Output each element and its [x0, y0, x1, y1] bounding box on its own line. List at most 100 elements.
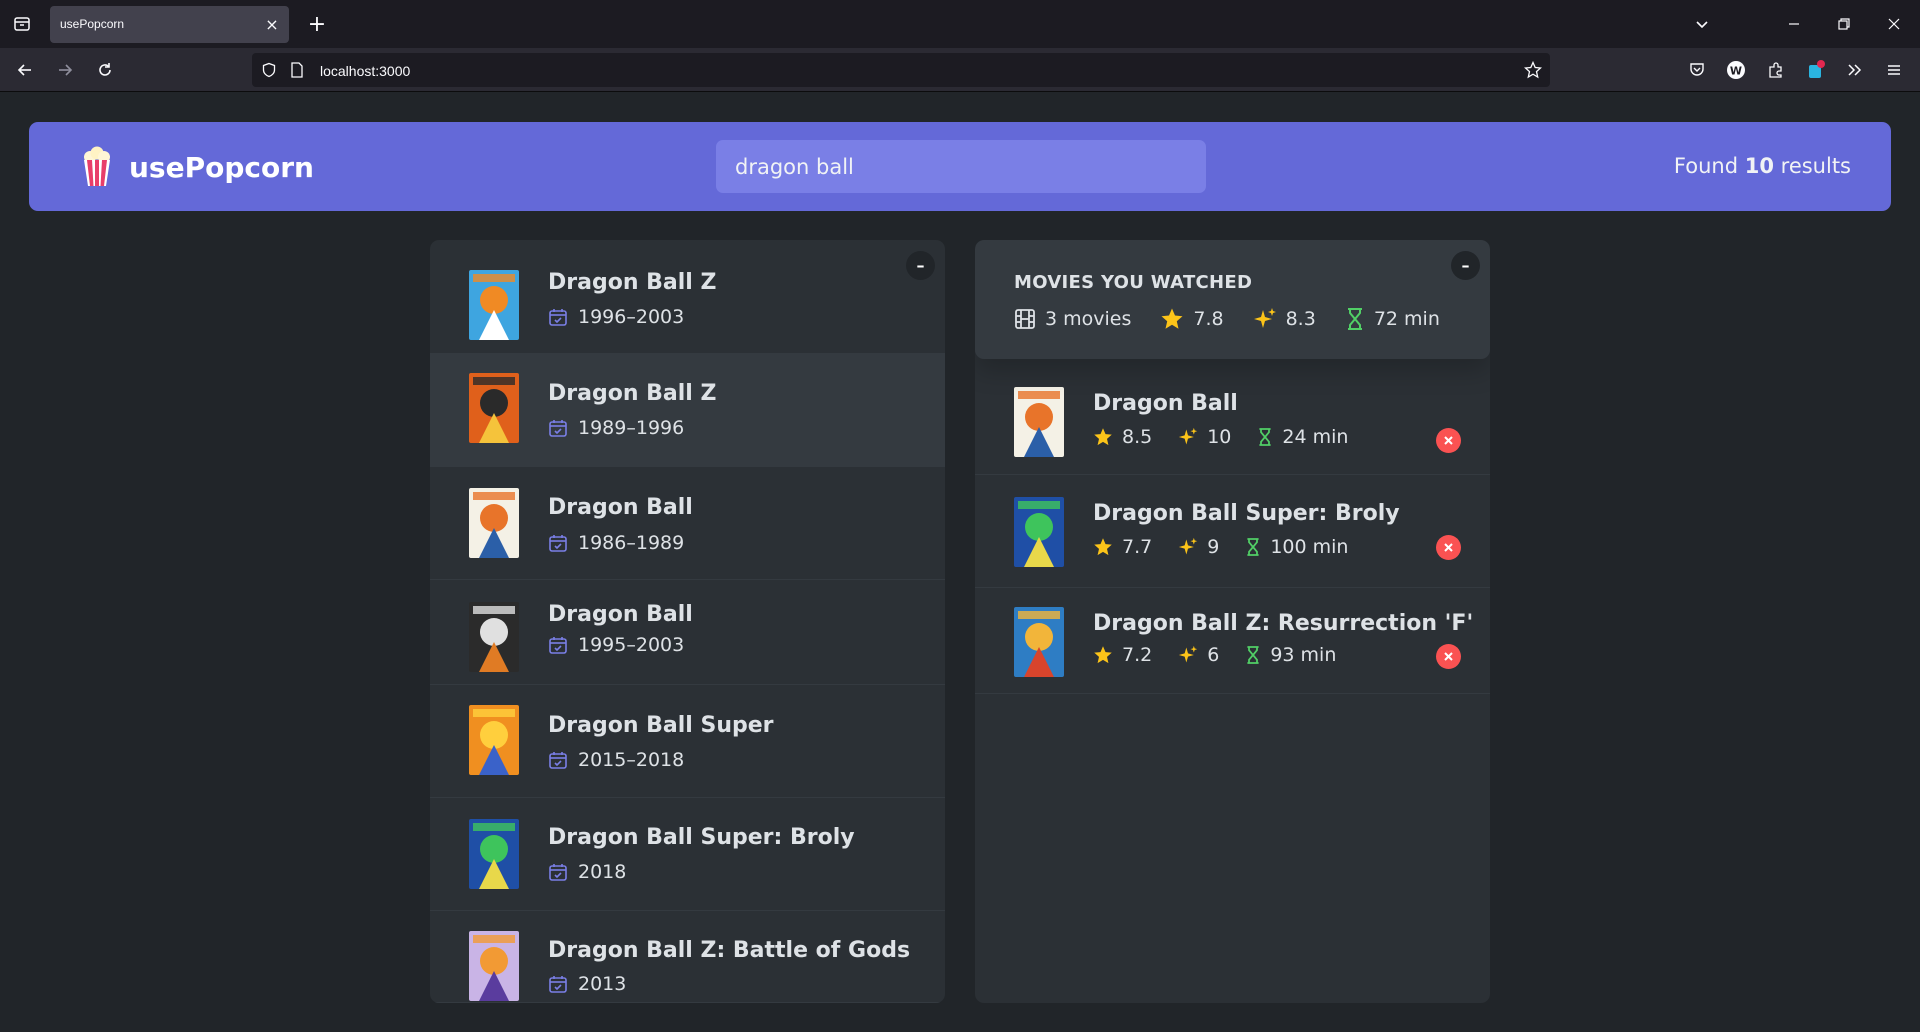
runtime-value: 100 min	[1270, 536, 1349, 558]
movie-item[interactable]: Dragon Ball Super 2015–2018	[430, 685, 945, 798]
movie-year-value: 1989–1996	[578, 417, 685, 439]
movie-year: 2015–2018	[548, 749, 684, 771]
calendar-icon	[548, 418, 568, 438]
summary-user-value: 8.3	[1285, 308, 1316, 330]
movie-year-value: 1995–2003	[578, 634, 685, 656]
browser-nav-bar: localhost:3000 W	[0, 48, 1920, 92]
watched-movie-item[interactable]: Dragon Ball 8.5 10 24 min	[975, 359, 1490, 475]
search-input[interactable]	[716, 140, 1206, 193]
movie-year-value: 1986–1989	[578, 532, 685, 554]
extension-badge-icon[interactable]	[1802, 56, 1830, 84]
watched-movie-poster	[1014, 387, 1064, 457]
new-tab-button[interactable]: +	[305, 12, 329, 37]
summary-runtime: 72 min	[1345, 307, 1440, 331]
calendar-icon	[548, 974, 568, 994]
star-icon	[1161, 308, 1183, 329]
address-bar[interactable]: localhost:3000	[252, 53, 1550, 87]
back-icon[interactable]	[11, 56, 39, 84]
movie-item[interactable]: Dragon Ball Z 1989–1996	[430, 354, 945, 467]
watched-movie-title: Dragon Ball Super: Broly	[1093, 501, 1400, 526]
movie-title: Dragon Ball Z	[548, 381, 717, 406]
watched-movie-item[interactable]: Dragon Ball Super: Broly 7.7 9 100 min	[975, 475, 1490, 588]
watched-summary: MOVIES YOU WATCHED 3 movies 7.8 8.3 72 m…	[975, 240, 1490, 359]
movie-year: 2018	[548, 861, 626, 883]
film-icon	[1015, 309, 1035, 329]
browser-tab[interactable]: usePopcorn ×	[50, 6, 289, 43]
collapse-watched-button[interactable]: –	[1451, 251, 1480, 280]
movie-year: 2013	[548, 973, 626, 995]
chevron-down-icon[interactable]	[1688, 10, 1716, 38]
imdb-rating-value: 7.2	[1122, 644, 1153, 666]
forward-icon[interactable]	[51, 56, 79, 84]
popcorn-icon	[84, 146, 110, 186]
imdb-rating: 7.2	[1093, 644, 1152, 666]
collapse-results-button[interactable]: –	[906, 251, 935, 280]
movie-title: Dragon Ball Z	[548, 270, 717, 295]
imdb-rating-value: 7.7	[1122, 536, 1153, 558]
movie-poster	[469, 705, 519, 775]
app-nav-bar: usePopcorn Found 10 results	[29, 122, 1891, 211]
watched-movie-title: Dragon Ball	[1093, 391, 1238, 416]
pocket-icon[interactable]	[1683, 56, 1711, 84]
watched-movie-stats: 7.7 9 100 min	[1093, 536, 1348, 558]
search-results-box: – Dragon Ball Z 1996–2003 Dragon Ball Z 198…	[430, 240, 945, 1003]
results-suffix: results	[1780, 154, 1851, 178]
movie-item[interactable]: Dragon Ball Z 1996–2003	[430, 240, 945, 354]
app-title: usePopcorn	[129, 150, 314, 184]
more-tools-icon[interactable]	[1841, 56, 1869, 84]
movie-poster	[469, 488, 519, 558]
shield-icon[interactable]	[260, 61, 278, 79]
user-rating: 6	[1178, 644, 1219, 666]
runtime-value: 93 min	[1270, 644, 1337, 666]
movie-year: 1996–2003	[548, 306, 684, 328]
close-tab-icon[interactable]: ×	[261, 13, 283, 35]
summary-imdb: 7.8	[1160, 307, 1224, 331]
page-icon	[288, 61, 306, 79]
movie-title: Dragon Ball Super: Broly	[548, 825, 855, 850]
imdb-rating-value: 8.5	[1122, 426, 1153, 448]
movie-year: 1995–2003	[548, 634, 684, 656]
movie-year-value: 1996–2003	[578, 306, 685, 328]
movie-item[interactable]: Dragon Ball 1986–1989	[430, 467, 945, 580]
browser-tab-bar: usePopcorn × +	[0, 0, 1920, 48]
sparkles-icon	[1178, 427, 1198, 447]
movie-item[interactable]: Dragon Ball Super: Broly 2018	[430, 798, 945, 911]
sparkles-icon	[1253, 308, 1276, 328]
calendar-icon	[548, 862, 568, 882]
watched-list: Dragon Ball 8.5 10 24 min Dragon Ball Super:…	[975, 359, 1490, 694]
extensions-puzzle-icon[interactable]	[1762, 56, 1790, 84]
summary-imdb-value: 7.8	[1193, 308, 1224, 330]
delete-watched-button[interactable]	[1436, 535, 1461, 560]
movie-title: Dragon Ball	[548, 495, 693, 520]
movie-item[interactable]: Dragon Ball Z: Battle of Gods 2013	[430, 911, 945, 1003]
delete-watched-button[interactable]	[1436, 644, 1461, 669]
movie-year-value: 2018	[578, 861, 627, 883]
reload-icon[interactable]	[91, 56, 119, 84]
watched-movie-item[interactable]: Dragon Ball Z: Resurrection 'F' 7.2 6 93 mi…	[975, 588, 1490, 694]
star-icon	[1093, 427, 1113, 447]
minimize-icon[interactable]	[1780, 10, 1808, 38]
summary-movies-count: 3 movies	[1045, 308, 1132, 330]
runtime: 100 min	[1245, 536, 1348, 558]
watched-movie-stats: 7.2 6 93 min	[1093, 644, 1336, 666]
tab-list-icon[interactable]	[10, 12, 34, 36]
tab-title: usePopcorn	[60, 17, 125, 31]
movie-item[interactable]: Dragon Ball 1995–2003	[430, 580, 945, 685]
star-icon	[1093, 537, 1113, 557]
bookmark-star-icon[interactable]	[1524, 61, 1542, 79]
imdb-rating: 8.5	[1093, 426, 1152, 448]
hourglass-icon	[1257, 427, 1273, 447]
movie-poster	[469, 931, 519, 1001]
extension-w-icon[interactable]: W	[1722, 56, 1750, 84]
calendar-icon	[548, 307, 568, 327]
close-window-icon[interactable]	[1880, 10, 1908, 38]
delete-watched-button[interactable]	[1436, 428, 1461, 453]
url-text[interactable]: localhost:3000	[320, 63, 410, 79]
summary-heading: MOVIES YOU WATCHED	[1014, 272, 1253, 293]
movie-poster	[469, 270, 519, 340]
calendar-icon	[548, 635, 568, 655]
restore-icon[interactable]	[1830, 10, 1858, 38]
watched-movie-poster	[1014, 497, 1064, 567]
sparkles-icon	[1178, 645, 1198, 665]
menu-icon[interactable]	[1880, 56, 1908, 84]
